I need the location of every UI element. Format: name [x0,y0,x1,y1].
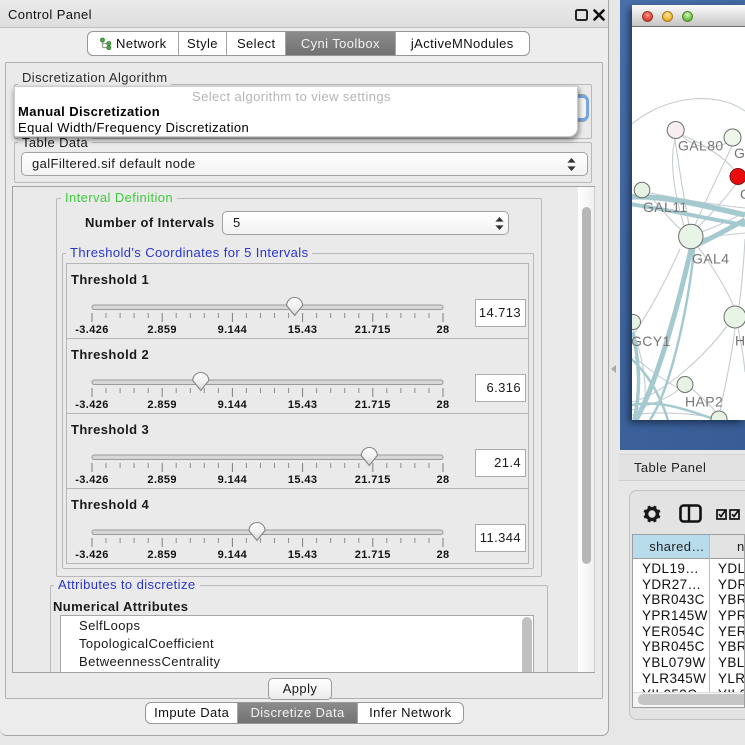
svg-text:28: 28 [436,324,449,336]
svg-text:28: 28 [436,399,449,411]
svg-text:H: H [735,333,745,349]
svg-text:21.715: 21.715 [355,324,391,336]
svg-text:C: C [740,186,745,202]
svg-text:GAL: GAL [734,145,745,161]
svg-text:2.859: 2.859 [147,324,177,336]
svg-text:9.144: 9.144 [218,474,248,486]
svg-text:-3.426: -3.426 [75,549,109,561]
svg-text:-3.426: -3.426 [75,324,109,336]
svg-text:28: 28 [436,549,449,561]
svg-text:15.43: 15.43 [288,549,318,561]
svg-text:15.43: 15.43 [288,324,318,336]
svg-text:2.859: 2.859 [147,549,177,561]
svg-text:28: 28 [436,474,449,486]
svg-text:GAL11: GAL11 [643,199,688,215]
svg-text:15.43: 15.43 [288,474,318,486]
svg-text:GCY1: GCY1 [632,333,671,349]
svg-text:-3.426: -3.426 [75,399,109,411]
svg-text:15.43: 15.43 [288,399,318,411]
svg-text:2.859: 2.859 [147,399,177,411]
svg-text:HAP2: HAP2 [685,394,723,410]
svg-text:21.715: 21.715 [355,549,391,561]
svg-text:GAL80: GAL80 [678,138,724,154]
svg-text:21.715: 21.715 [355,399,391,411]
svg-text:9.144: 9.144 [218,399,248,411]
svg-text:-3.426: -3.426 [75,474,109,486]
svg-text:9.144: 9.144 [218,324,248,336]
svg-text:2.859: 2.859 [147,474,177,486]
svg-text:GAL4: GAL4 [692,251,729,267]
svg-text:21.715: 21.715 [355,474,391,486]
svg-text:9.144: 9.144 [218,549,248,561]
